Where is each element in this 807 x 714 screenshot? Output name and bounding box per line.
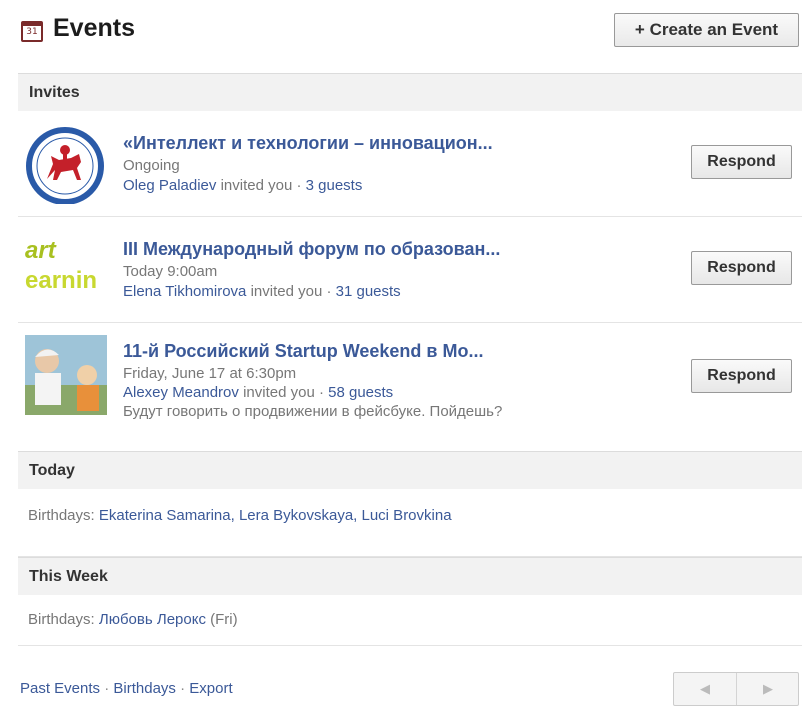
event-thumbnail[interactable] xyxy=(25,335,107,415)
guests-link[interactable]: 3 guests xyxy=(306,177,363,194)
export-link[interactable]: Export xyxy=(189,680,232,697)
inviter-link[interactable]: Alexey Meandrov xyxy=(123,384,239,401)
respond-button[interactable]: Respond xyxy=(691,251,792,285)
birthday-name-link[interactable]: Любовь Лерокс xyxy=(99,611,206,628)
event-invite-line: Oleg Paladiev invited you · 3 guests xyxy=(123,177,362,194)
invited-text: invited you · xyxy=(216,177,306,194)
week-birthdays: Birthdays: Любовь Лерокс (Fri) xyxy=(28,611,238,628)
section-header-invites: Invites xyxy=(18,73,802,111)
right-arrow-icon: ▶ xyxy=(763,681,773,696)
invite-item: «Интеллект и технологии – инновацион... … xyxy=(18,111,802,217)
invited-text: invited you · xyxy=(246,283,336,300)
birthdays-label: Birthdays: xyxy=(28,507,99,524)
divider xyxy=(18,645,802,646)
guests-link[interactable]: 58 guests xyxy=(328,384,393,401)
event-time: Ongoing xyxy=(123,157,180,174)
birthday-day: (Fri) xyxy=(205,611,238,628)
invited-text: invited you · xyxy=(238,384,329,401)
inviter-link[interactable]: Elena Tikhomirova xyxy=(123,283,246,300)
event-thumbnail[interactable]: art earnin xyxy=(25,231,107,311)
photo-thumbnail xyxy=(25,335,107,415)
thumbnail-text-top: art xyxy=(25,237,56,264)
separator: · xyxy=(100,680,114,697)
respond-button[interactable]: Respond xyxy=(691,145,792,179)
invite-message: Будут говорить о продвижении в фейсбуке.… xyxy=(123,403,503,420)
birthdays-label: Birthdays: xyxy=(28,611,99,628)
separator: · xyxy=(175,680,190,697)
create-event-button[interactable]: + Create an Event xyxy=(614,13,799,47)
footer-links: Past Events · Birthdays · Export xyxy=(20,680,233,697)
left-arrow-icon: ◀ xyxy=(700,681,710,696)
section-header-today: Today xyxy=(18,451,802,489)
section-header-this-week: This Week xyxy=(18,557,802,595)
invite-item: art earnin III Международный форум по об… xyxy=(18,217,802,323)
events-header: 31 Events + Create an Event xyxy=(0,0,807,72)
invite-item: 11-й Российский Startup Weekend в Мо... … xyxy=(18,323,802,451)
next-page-button[interactable]: ▶ xyxy=(737,673,799,705)
birthdays-link[interactable]: Birthdays xyxy=(113,680,176,697)
event-invite-line: Elena Tikhomirova invited you · 31 guest… xyxy=(123,283,401,300)
inviter-link[interactable]: Oleg Paladiev xyxy=(123,177,216,194)
event-title-link[interactable]: III Международный форум по образован... xyxy=(123,239,500,260)
event-time: Friday, June 17 at 6:30pm xyxy=(123,365,297,382)
thumbnail-text-bottom: earnin xyxy=(25,267,98,294)
event-title-link[interactable]: «Интеллект и технологии – инновацион... xyxy=(123,133,493,154)
pager: ◀ ▶ xyxy=(673,672,799,706)
event-time: Today 9:00am xyxy=(123,263,218,280)
prev-page-button[interactable]: ◀ xyxy=(674,673,736,705)
past-events-link[interactable]: Past Events xyxy=(20,680,100,697)
today-birthdays: Birthdays: Ekaterina Samarina, Lera Byko… xyxy=(28,507,452,524)
calendar-icon-day: 31 xyxy=(26,27,38,37)
page-title: Events xyxy=(53,14,135,42)
guests-link[interactable]: 31 guests xyxy=(336,283,401,300)
respond-button[interactable]: Respond xyxy=(691,359,792,393)
event-invite-line: Alexey Meandrov invited you · 58 guests xyxy=(123,384,393,401)
event-thumbnail[interactable] xyxy=(25,124,107,204)
event-title-link[interactable]: 11-й Российский Startup Weekend в Мо... xyxy=(123,341,483,362)
emblem-icon xyxy=(25,124,107,204)
calendar-icon: 31 xyxy=(21,21,43,42)
birthday-names-link[interactable]: Ekaterina Samarina, Lera Bykovskaya, Luc… xyxy=(99,507,452,524)
